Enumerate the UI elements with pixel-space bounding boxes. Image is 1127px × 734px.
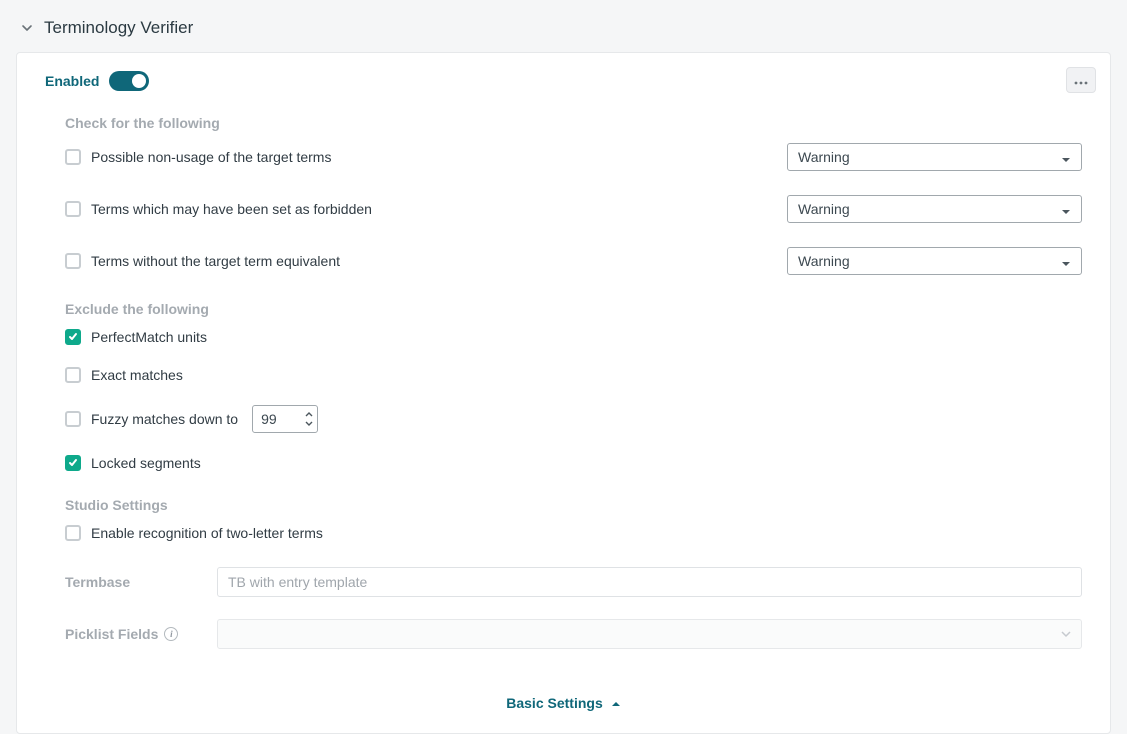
severity-select-forbidden[interactable]: Warning <box>787 195 1082 223</box>
select-value: Warning <box>798 201 850 217</box>
group-label-check: Check for the following <box>65 115 1082 131</box>
check-row-forbidden: Terms which may have been set as forbidd… <box>65 195 1082 223</box>
settings-panel: Enabled Check for the following Possible… <box>16 52 1111 734</box>
check-row-nonusage: Possible non-usage of the target terms W… <box>65 143 1082 171</box>
checkbox-exact[interactable] <box>65 367 81 383</box>
checkbox-label: PerfectMatch units <box>91 329 207 345</box>
fuzzy-threshold-stepper[interactable]: 99 <box>252 405 318 433</box>
exclude-row-fuzzy: Fuzzy matches down to 99 <box>65 405 1082 433</box>
picklist-row: Picklist Fields i <box>45 619 1082 649</box>
enabled-toggle[interactable] <box>109 71 149 91</box>
termbase-row: Termbase <box>45 567 1082 597</box>
basic-settings-label: Basic Settings <box>506 695 602 711</box>
exclude-row-exact: Exact matches <box>65 367 1082 383</box>
stepper-down-icon[interactable] <box>305 419 313 429</box>
caret-down-icon <box>1061 256 1071 266</box>
checkbox-label: Enable recognition of two-letter terms <box>91 525 323 541</box>
select-value: Warning <box>798 253 850 269</box>
checkbox-label: Locked segments <box>91 455 201 471</box>
basic-settings-link[interactable]: Basic Settings <box>45 695 1082 711</box>
severity-select-nonusage[interactable]: Warning <box>787 143 1082 171</box>
checkbox-locked[interactable] <box>65 455 81 471</box>
enabled-row: Enabled <box>45 71 1082 91</box>
checkbox-label: Terms without the target term equivalent <box>91 253 340 269</box>
picklist-select[interactable] <box>217 619 1082 649</box>
checkbox-fuzzy[interactable] <box>65 411 81 427</box>
checkbox-label: Possible non-usage of the target terms <box>91 149 331 165</box>
exclude-row-perfectmatch: PerfectMatch units <box>65 329 1082 345</box>
stepper-up-icon[interactable] <box>305 409 313 419</box>
checkbox-label: Fuzzy matches down to <box>91 411 238 427</box>
picklist-label-text: Picklist Fields <box>65 626 158 642</box>
checkbox-perfectmatch[interactable] <box>65 329 81 345</box>
checkbox-forbidden[interactable] <box>65 201 81 217</box>
group-studio: Studio Settings Enable recognition of tw… <box>45 497 1082 541</box>
picklist-label: Picklist Fields i <box>65 626 217 642</box>
caret-down-icon <box>1061 626 1071 642</box>
checkbox-label: Terms which may have been set as forbidd… <box>91 201 372 217</box>
studio-row-twoletter: Enable recognition of two-letter terms <box>65 525 1082 541</box>
group-exclude: Exclude the following PerfectMatch units <box>45 301 1082 471</box>
section-header[interactable]: Terminology Verifier <box>16 0 1111 52</box>
section-title: Terminology Verifier <box>44 18 193 38</box>
group-label-exclude: Exclude the following <box>65 301 1082 317</box>
caret-up-icon <box>611 695 621 711</box>
info-icon[interactable]: i <box>164 627 178 641</box>
termbase-input[interactable] <box>217 567 1082 597</box>
termbase-label: Termbase <box>65 574 217 590</box>
enabled-label: Enabled <box>45 73 99 89</box>
check-row-noequiv: Terms without the target term equivalent… <box>65 247 1082 275</box>
group-label-studio: Studio Settings <box>65 497 1082 513</box>
caret-down-icon <box>1061 204 1071 214</box>
chevron-down-icon <box>20 21 34 35</box>
select-value: Warning <box>798 149 850 165</box>
checkbox-noequiv[interactable] <box>65 253 81 269</box>
severity-select-noequiv[interactable]: Warning <box>787 247 1082 275</box>
checkbox-nonusage[interactable] <box>65 149 81 165</box>
exclude-row-locked: Locked segments <box>65 455 1082 471</box>
checkbox-label: Exact matches <box>91 367 183 383</box>
caret-down-icon <box>1061 152 1071 162</box>
checkbox-twoletter[interactable] <box>65 525 81 541</box>
stepper-value: 99 <box>261 411 277 427</box>
group-check: Check for the following Possible non-usa… <box>45 115 1082 275</box>
